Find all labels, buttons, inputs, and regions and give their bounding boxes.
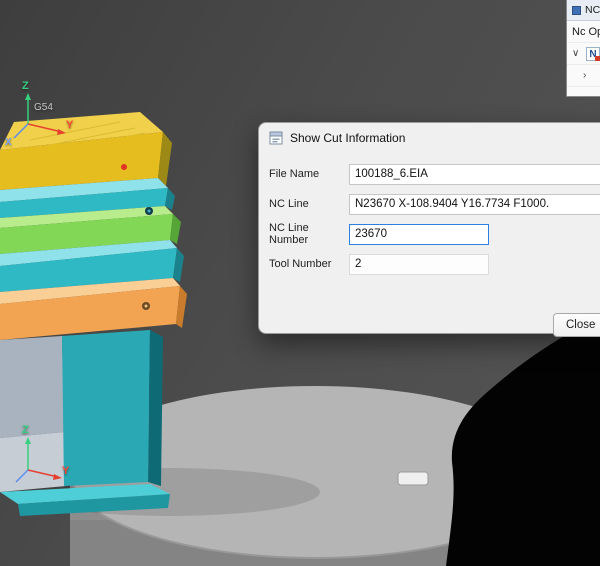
tree-item-child[interactable]: › xyxy=(567,65,600,87)
tree-header-label: Nc Op xyxy=(572,21,600,43)
table-slot xyxy=(398,472,428,485)
panel-titlebar[interactable]: NC Op xyxy=(567,0,600,21)
machine-shadow xyxy=(446,318,600,566)
dialog-body: File Name NC Line NC Line Number Tool Nu… xyxy=(259,153,600,335)
tool-number-label: Tool Number xyxy=(269,258,349,270)
show-cut-information-dialog: Show Cut Information File Name NC Line N… xyxy=(258,122,600,334)
close-button[interactable]: Close xyxy=(553,313,600,337)
nc-line-input[interactable] xyxy=(349,194,600,215)
tool-number-input[interactable] xyxy=(349,254,489,275)
tree-item-nc-program[interactable]: ∨ N xyxy=(567,43,600,65)
field-row-file-name: File Name xyxy=(269,163,600,185)
dialog-title: Show Cut Information xyxy=(290,131,405,145)
nc-line-number-input[interactable] xyxy=(349,224,489,245)
nc-line-label: NC Line xyxy=(269,198,349,210)
dialog-icon xyxy=(269,131,283,145)
nc-program-icon: N xyxy=(586,47,600,61)
chevron-right-icon[interactable]: › xyxy=(583,65,593,87)
nc-line-number-label: NC Line Number xyxy=(269,222,349,246)
field-row-nc-line: NC Line xyxy=(269,193,600,215)
panel-title-text: NC Op xyxy=(585,0,600,20)
file-name-label: File Name xyxy=(269,168,349,180)
field-row-nc-line-number: NC Line Number xyxy=(269,223,600,245)
panel-tree-header[interactable]: Nc Op xyxy=(567,21,600,43)
dialog-titlebar[interactable]: Show Cut Information xyxy=(259,123,600,153)
chevron-down-icon[interactable]: ∨ xyxy=(572,43,582,65)
nc-operations-panel: NC Op Nc Op ∨ N › xyxy=(566,0,600,97)
cut-point-marker xyxy=(121,164,127,170)
file-name-input[interactable] xyxy=(349,164,600,185)
field-row-tool-number: Tool Number xyxy=(269,253,600,275)
panel-icon xyxy=(572,6,581,15)
